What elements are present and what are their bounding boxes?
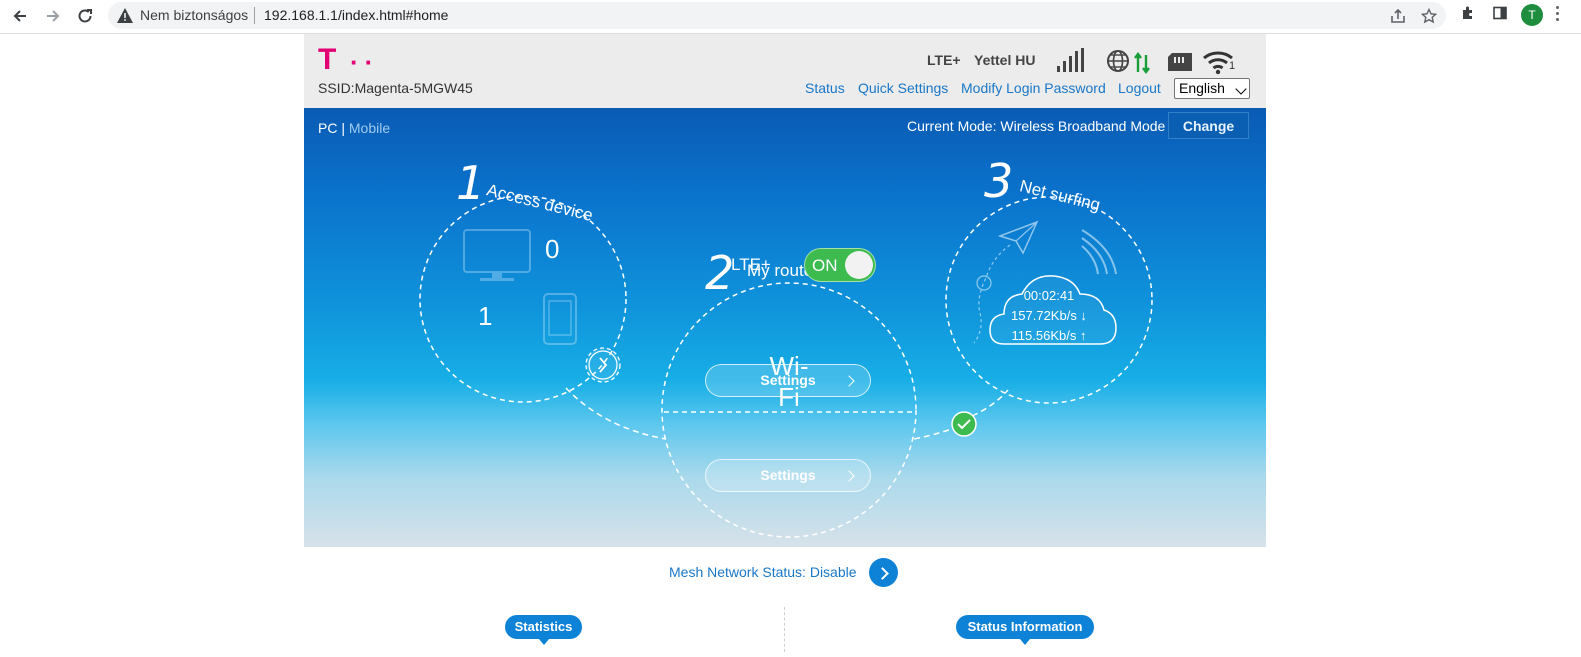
tab-pointer-icon (538, 639, 549, 645)
internet-connected-icon (1107, 50, 1150, 74)
connector-router-internet-right (971, 389, 1009, 417)
lte-label: LTE+ (731, 255, 771, 274)
chevron-right-icon (843, 375, 855, 387)
sim-card-icon (1168, 53, 1192, 71)
star-icon[interactable] (1418, 5, 1440, 27)
tab-pointer-icon (1020, 639, 1030, 645)
url-text[interactable]: 192.168.1.1/index.html#home (264, 7, 448, 23)
warning-icon[interactable] (116, 7, 134, 24)
extensions-icon[interactable] (1457, 5, 1479, 27)
back-icon[interactable] (7, 4, 33, 28)
language-select-value: English (1179, 80, 1225, 96)
statistics-tab[interactable]: Statistics (505, 615, 582, 645)
router-header: T ·· SSID:Magenta-5MGW45 LTE+ Yettel HU (304, 34, 1266, 108)
connector-access-router (565, 387, 667, 440)
wifi-settings-button[interactable]: Settings (705, 459, 871, 492)
signal-strength-icon (1057, 48, 1084, 72)
menu-icon[interactable] (1556, 6, 1560, 24)
profile-avatar[interactable]: T (1521, 4, 1543, 26)
chevron-right-icon (876, 567, 889, 580)
telekom-logo-dots: ·· (350, 47, 380, 77)
phone-icon (543, 293, 577, 345)
status-information-tab-label: Status Information (967, 619, 1083, 634)
chevron-down-icon (1235, 83, 1247, 95)
wireless-device-count: 1 (478, 301, 493, 331)
wired-device-count: 0 (545, 234, 560, 264)
connection-duration: 00:02:41 (1023, 288, 1075, 303)
security-label[interactable]: Nem biztonságos (140, 7, 248, 23)
home-diagram-panel: PC | Mobile Current Mode: Wireless Broad… (304, 108, 1266, 547)
telekom-logo: T (318, 43, 338, 76)
status-information-tab[interactable]: Status Information (956, 615, 1094, 645)
language-select[interactable]: English (1174, 78, 1250, 99)
nav-modify-password-link[interactable]: Modify Login Password (961, 80, 1106, 96)
upload-speed: 115.56Kb/s ↑ (1011, 328, 1087, 343)
share-icon[interactable] (1387, 5, 1409, 27)
step-2-number: 2 (705, 246, 735, 300)
nav-status-link[interactable]: Status (805, 80, 845, 96)
access-device-arrow-icon (585, 347, 621, 383)
router-page: T ·· SSID:Magenta-5MGW45 LTE+ Yettel HU (304, 34, 1266, 547)
top-nav: Status Quick Settings Modify Login Passw… (304, 80, 1266, 100)
toggle-knob (845, 251, 873, 279)
omnibox-divider (254, 7, 255, 24)
step-3-number: 3 (984, 154, 1014, 208)
side-panel-icon[interactable] (1489, 5, 1511, 27)
connected-check-icon (951, 411, 977, 437)
download-speed: 157.72Kb/s ↓ (1011, 308, 1087, 323)
mesh-status-text[interactable]: Mesh Network Status: Disable (669, 564, 857, 580)
lte-toggle-label: ON (812, 256, 838, 275)
lte-toggle[interactable]: ON (804, 248, 876, 282)
chevron-right-icon (843, 470, 855, 482)
address-bar[interactable]: Nem biztonságos 192.168.1.1/index.html#h… (108, 2, 1446, 29)
browser-toolbar: Nem biztonságos 192.168.1.1/index.html#h… (0, 0, 1581, 34)
wifi-settings-label: Settings (760, 467, 816, 483)
forward-icon[interactable] (40, 4, 66, 28)
wifi-client-count: 1 (1229, 60, 1236, 72)
wifi-section-label: Wi-Fi (769, 351, 809, 412)
nav-logout-link[interactable]: Logout (1118, 80, 1161, 96)
mesh-details-button[interactable] (869, 558, 898, 587)
signal-waves-icon (1081, 229, 1117, 275)
network-type: LTE+ (927, 52, 961, 68)
nav-quick-settings-link[interactable]: Quick Settings (858, 80, 948, 96)
statistics-tab-label: Statistics (514, 619, 573, 634)
section-divider (784, 607, 785, 652)
carrier-name: Yettel HU (974, 52, 1036, 68)
reload-icon[interactable] (72, 4, 98, 28)
monitor-icon (463, 229, 531, 281)
step-1-number: 1 (456, 156, 486, 210)
